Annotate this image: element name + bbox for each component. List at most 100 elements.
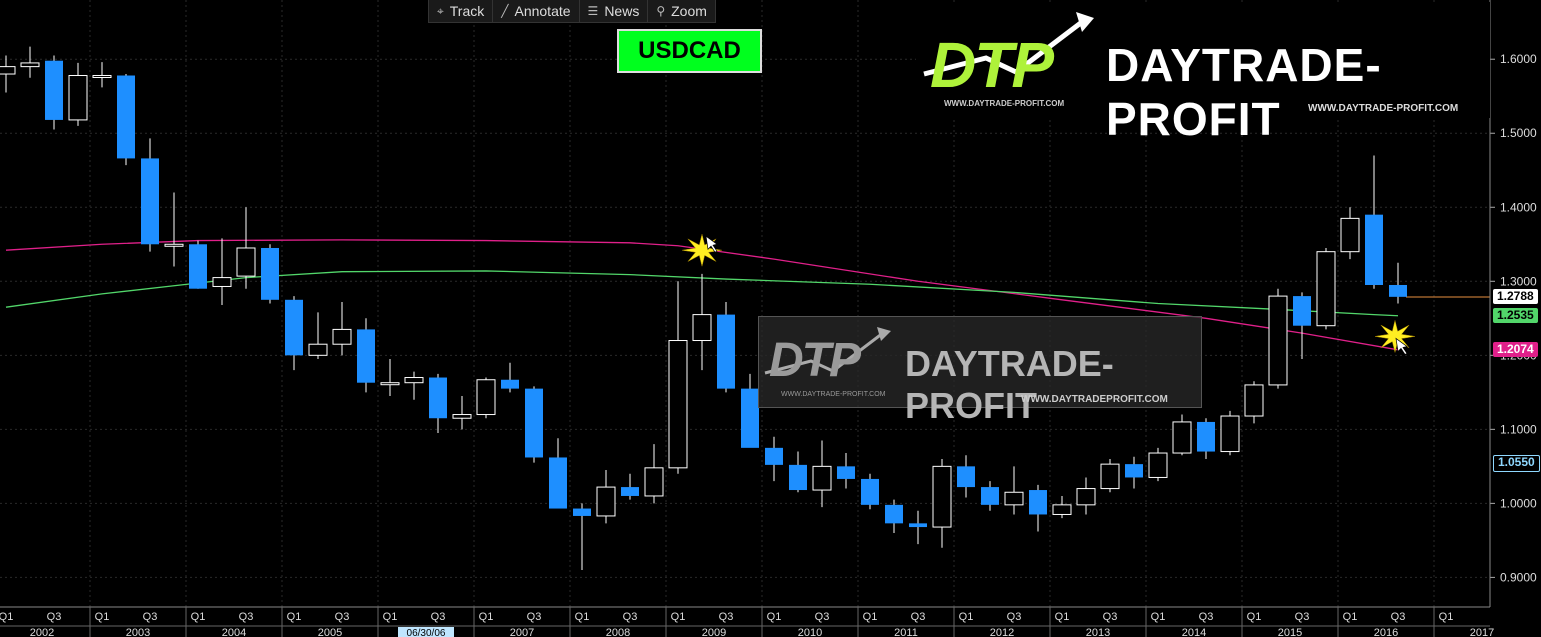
annotate-label: Annotate: [514, 3, 571, 19]
candle-body-up: [1220, 415, 1240, 453]
logo-initials: DTP: [930, 29, 1054, 101]
candle-body-up: [1316, 251, 1336, 327]
x-cursor-date-label: 06/30/06: [407, 628, 446, 637]
x-year-label: 2002: [30, 627, 54, 637]
candle-body-down: [909, 523, 927, 528]
time-axis: Q1 Q3 2002 Q1 Q3 2003 Q1 Q3 2004 Q1 Q3 2005 Q1 Q3 06/3…: [0, 606, 1494, 637]
news-label: News: [604, 3, 640, 19]
candle-body-down: [1293, 296, 1311, 326]
candle-body-down: [621, 487, 639, 496]
y-tick-label: 1.1000: [1500, 422, 1537, 436]
candle-body-up: [1268, 295, 1288, 386]
x-quarter-label: Q1: [671, 611, 686, 623]
logo-url-small: WWW.DAYTRADE-PROFIT.COM: [944, 99, 1065, 108]
candle-body-down: [957, 466, 975, 488]
candle-body-up: [212, 277, 232, 287]
x-year-label: 2017: [1470, 627, 1494, 637]
candle-body-up: [596, 486, 616, 517]
news-button[interactable]: ☰ News: [580, 0, 649, 22]
candle-body-up: [68, 75, 88, 121]
x-quarter-label: Q3: [1199, 611, 1214, 623]
track-label: Track: [449, 3, 485, 19]
candle-body-down: [549, 457, 567, 509]
candle-body-down: [981, 487, 999, 505]
x-quarter-label: Q1: [1343, 611, 1358, 623]
candle-body-down: [1389, 284, 1407, 297]
candle-body-down: [717, 314, 735, 389]
candle-body-up: [380, 382, 400, 386]
candle-body-up: [1148, 452, 1168, 478]
x-quarter-label: Q3: [1103, 611, 1118, 623]
candle-body-down: [837, 466, 855, 479]
y-tick-label: 1.3000: [1500, 274, 1537, 288]
x-quarter-label: Q3: [47, 611, 62, 623]
zoom-button[interactable]: ⚲ Zoom: [648, 0, 715, 22]
candle-body-down: [765, 447, 783, 465]
candle-body-down: [141, 158, 159, 245]
x-quarter-label: Q1: [0, 611, 13, 623]
candle-body-up: [1340, 217, 1360, 253]
x-quarter-label: Q1: [863, 611, 878, 623]
x-year-label: 2007: [510, 627, 534, 637]
x-quarter-label: Q1: [479, 611, 494, 623]
candle-body-down: [573, 508, 591, 516]
candle-body-down: [741, 388, 759, 448]
x-quarter-label: Q1: [575, 611, 590, 623]
candle-body-down: [525, 388, 543, 458]
candle-body-up: [1076, 488, 1096, 506]
candle-body-down: [261, 247, 279, 300]
last-price-tag: 1.2788: [1493, 289, 1538, 305]
pencil-icon: ╱: [501, 4, 509, 18]
x-quarter-label: Q1: [383, 611, 398, 623]
candle-body-up: [1244, 384, 1264, 417]
crosshair-icon: ⌖: [437, 3, 444, 18]
magnifier-icon: ⚲: [656, 4, 666, 18]
candle-body-up: [1100, 463, 1120, 490]
logo-brand: DAYTRADE-PROFIT: [905, 343, 1114, 426]
y-tick-label: 1.0000: [1500, 496, 1537, 510]
candle-body-down: [45, 60, 63, 120]
candle-body-down: [189, 244, 207, 289]
x-quarter-label: Q1: [1439, 611, 1454, 623]
candle-body-up: [668, 340, 688, 469]
y-tick-label: 1.6000: [1500, 52, 1537, 66]
candle-body-up: [308, 343, 328, 356]
ma-green-price-tag: 1.2535: [1493, 308, 1538, 324]
x-quarter-label: Q1: [767, 611, 782, 623]
x-quarter-label: Q3: [815, 611, 830, 623]
logo-brand: DAYTRADE-PROFIT: [1106, 39, 1382, 145]
marker-price-tag: 1.0550: [1493, 455, 1540, 473]
x-year-label: 2014: [1182, 627, 1206, 637]
candle-body-up: [236, 247, 256, 277]
x-quarter-label: Q1: [191, 611, 206, 623]
x-year-label: 2008: [606, 627, 630, 637]
candle-body-down: [789, 464, 807, 491]
candle-body-up: [476, 379, 496, 416]
logo-url-large: WWW.DAYTRADE-PROFIT.COM: [1308, 103, 1459, 114]
watermark-logo-middle: DTP DAYTRADE-PROFIT WWW.DAYTRADE-PROFIT.…: [758, 316, 1202, 426]
chart-toolbar: ⌖ Track ╱ Annotate ☰ News ⚲ Zoom: [428, 0, 716, 23]
candle-body-down: [1365, 214, 1383, 285]
track-button[interactable]: ⌖ Track: [429, 0, 494, 22]
x-year-label: 2013: [1086, 627, 1110, 637]
candle-body-down: [861, 478, 879, 505]
candle-body-up: [20, 62, 40, 68]
x-quarter-label: Q3: [527, 611, 542, 623]
candle-body-up: [452, 414, 472, 419]
x-quarter-label: Q1: [1055, 611, 1070, 623]
logo-initials: DTP: [769, 334, 861, 387]
y-tick-label: 1.5000: [1500, 126, 1537, 140]
x-quarter-label: Q1: [287, 611, 302, 623]
x-quarter-label: Q3: [431, 611, 446, 623]
x-year-label: 2003: [126, 627, 150, 637]
candle-body-up: [1004, 491, 1024, 506]
ma-magenta-price-tag: 1.2074: [1493, 342, 1538, 358]
candle-body-up: [644, 467, 664, 497]
candle-body-up: [932, 465, 952, 528]
x-year-label: 2016: [1374, 627, 1398, 637]
annotate-button[interactable]: ╱ Annotate: [493, 0, 580, 22]
x-year-label: 2010: [798, 627, 822, 637]
x-quarter-label: Q3: [911, 611, 926, 623]
candle-body-up: [332, 328, 352, 345]
highlight-star-2016: [1374, 320, 1416, 353]
